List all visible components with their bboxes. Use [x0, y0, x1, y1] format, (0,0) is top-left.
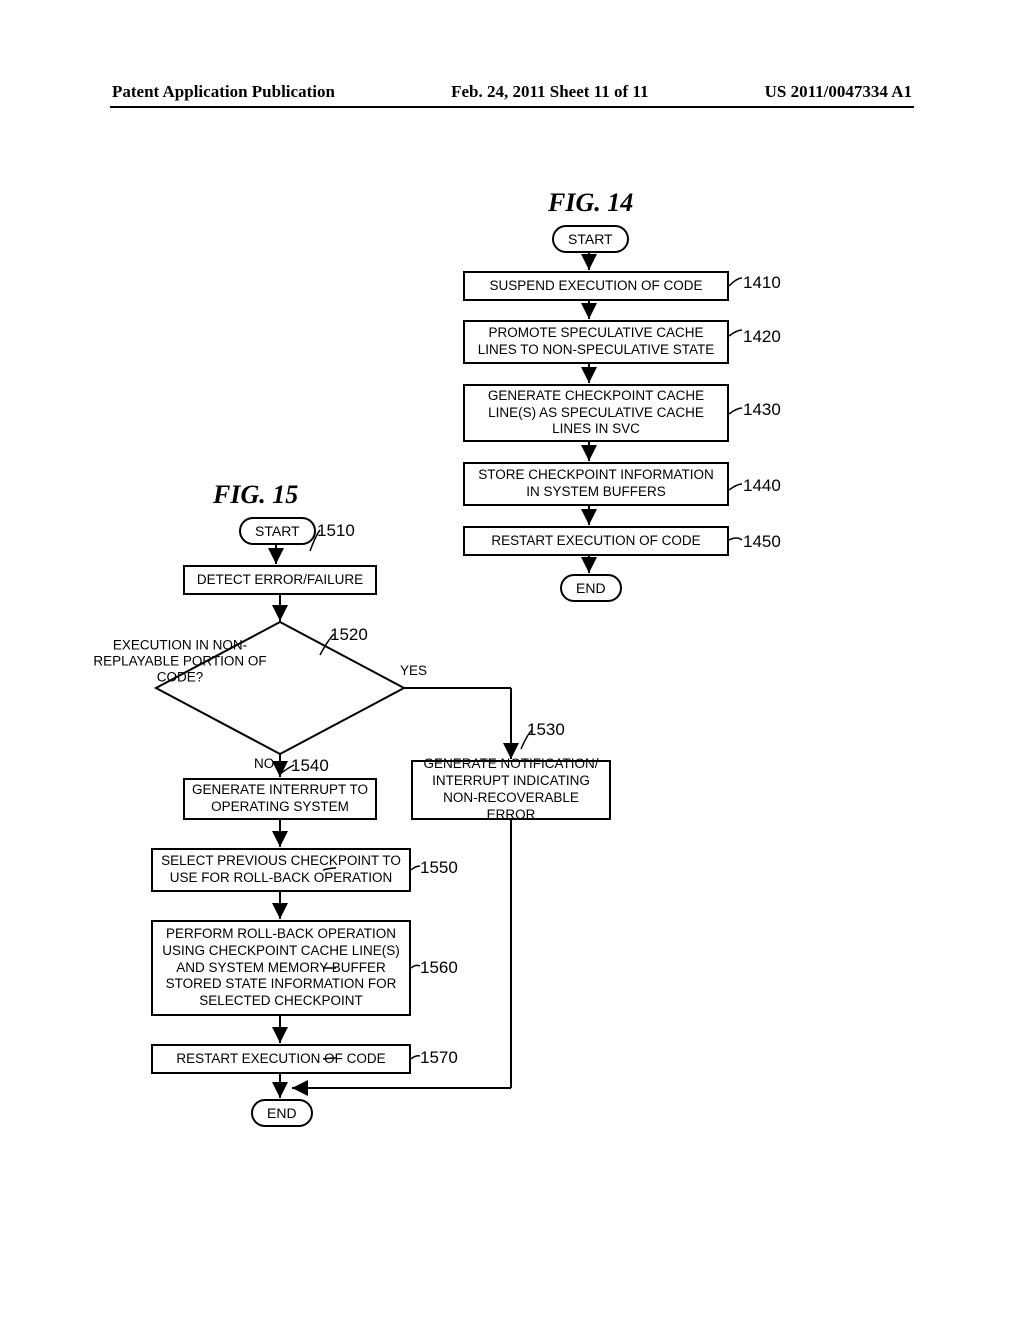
fig15-ref-1560: 1560 — [420, 958, 458, 978]
fig15-title: FIG. 15 — [213, 480, 298, 510]
fig15-ref-1550: 1550 — [420, 858, 458, 878]
fig15-box-1510: DETECT ERROR/FAILURE — [183, 565, 377, 595]
fig14-ref-1430: 1430 — [743, 400, 781, 420]
fig15-box-1560: PERFORM ROLL-BACK OPERATION USING CHECKP… — [151, 920, 411, 1016]
fig14-ref-1410: 1410 — [743, 273, 781, 293]
fig15-ref-1520: 1520 — [330, 625, 368, 645]
fig15-box-1530: GENERATE NOTIFICATION/ INTERRUPT INDICAT… — [411, 760, 611, 820]
header-right: US 2011/0047334 A1 — [765, 82, 912, 102]
fig15-ref-1510: 1510 — [317, 521, 355, 541]
fig14-box-1430: GENERATE CHECKPOINT CACHE LINE(S) AS SPE… — [463, 384, 729, 442]
header-center: Feb. 24, 2011 Sheet 11 of 11 — [451, 82, 648, 102]
fig14-box-1420: PROMOTE SPECULATIVE CACHE LINES TO NON-S… — [463, 320, 729, 364]
fig14-start: START — [552, 225, 629, 253]
header-rule — [110, 106, 914, 108]
fig15-ref-1540: 1540 — [291, 756, 329, 776]
page-header: Patent Application Publication Feb. 24, … — [112, 82, 912, 102]
fig15-ref-1570: 1570 — [420, 1048, 458, 1068]
header-left: Patent Application Publication — [112, 82, 335, 102]
fig15-diamond-1520: EXECUTION IN NON-REPLAYABLE PORTION OF C… — [80, 638, 280, 687]
fig14-box-1440: STORE CHECKPOINT INFORMATION IN SYSTEM B… — [463, 462, 729, 506]
fig15-edge-no: NO — [254, 756, 274, 771]
fig15-start: START — [239, 517, 316, 545]
fig15-box-1570: RESTART EXECUTION OF CODE — [151, 1044, 411, 1074]
fig15-box-1550: SELECT PREVIOUS CHECKPOINT TO USE FOR RO… — [151, 848, 411, 892]
fig14-title: FIG. 14 — [548, 188, 633, 218]
fig14-ref-1450: 1450 — [743, 532, 781, 552]
fig14-end: END — [560, 574, 622, 602]
fig15-box-1540: GENERATE INTERRUPT TO OPERATING SYSTEM — [183, 778, 377, 820]
fig15-edge-yes: YES — [400, 663, 427, 678]
fig14-box-1410: SUSPEND EXECUTION OF CODE — [463, 271, 729, 301]
fig15-end: END — [251, 1099, 313, 1127]
fig14-ref-1420: 1420 — [743, 327, 781, 347]
fig14-box-1450: RESTART EXECUTION OF CODE — [463, 526, 729, 556]
fig15-ref-1530: 1530 — [527, 720, 565, 740]
fig14-ref-1440: 1440 — [743, 476, 781, 496]
